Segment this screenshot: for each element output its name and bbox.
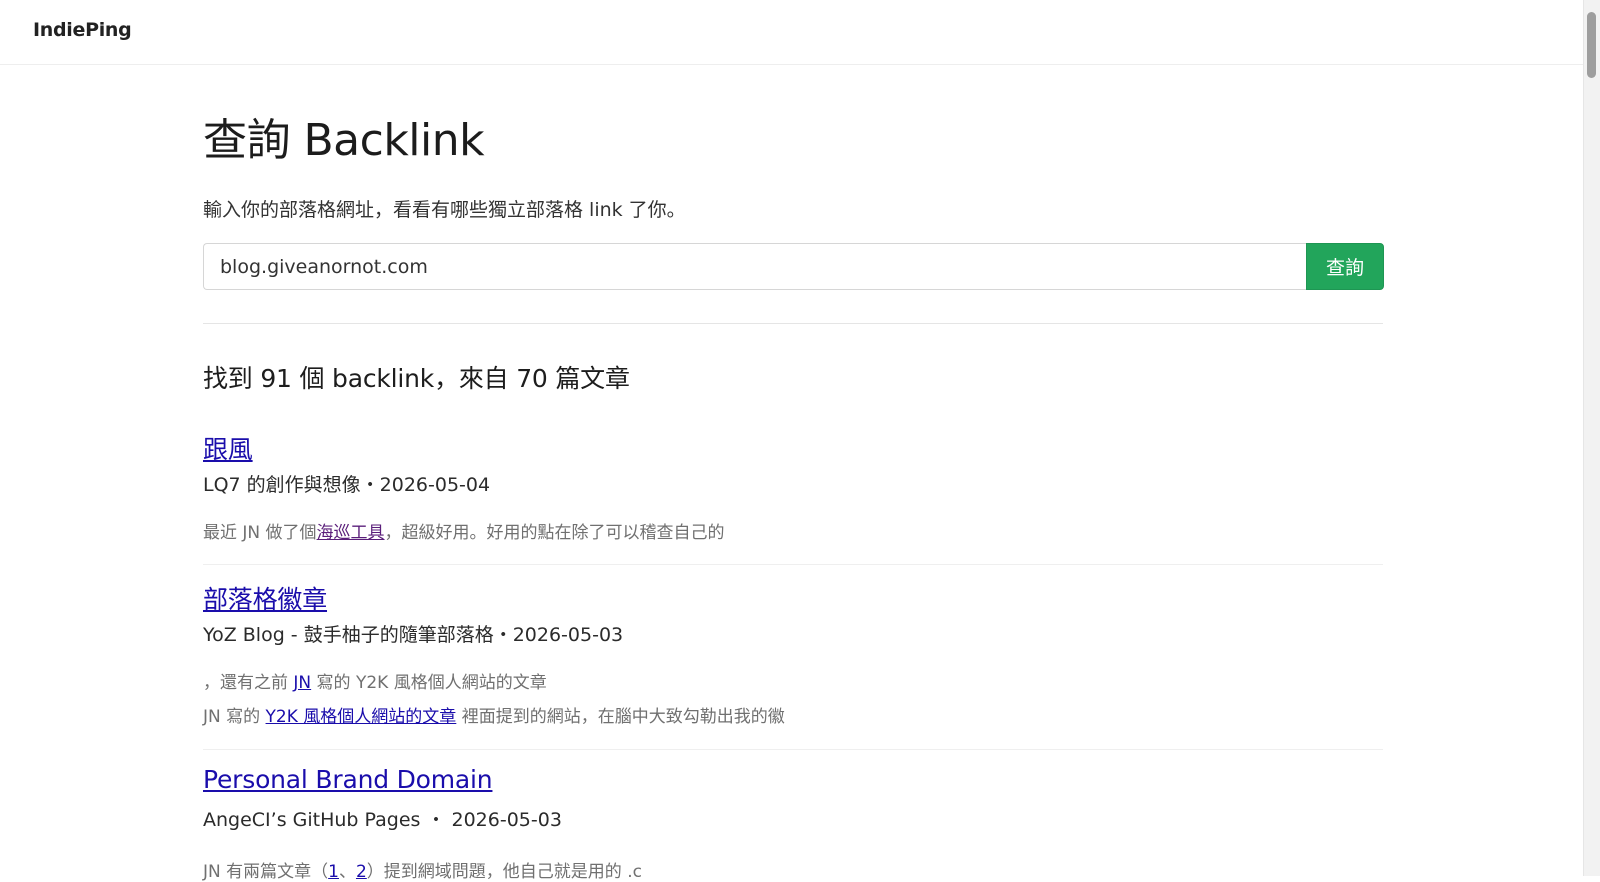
snippet-link[interactable]: Y2K 風格個人網站的文章 bbox=[266, 707, 457, 727]
snippet-link[interactable]: 1 bbox=[328, 862, 339, 882]
result-snippet: JN 寫的 Y2K 風格個人網站的文章 裡面提到的網站，在腦中大致勾勒出我的徽 bbox=[203, 702, 785, 727]
section-divider bbox=[203, 323, 1383, 324]
page-subtitle: 輸入你的部落格網址，看看有哪些獨立部落格 link 了你。 bbox=[203, 199, 686, 221]
scrollbar-thumb[interactable] bbox=[1587, 12, 1596, 78]
result-snippet: JN 有兩篇文章（1、2）提到網域問題，他自己就是用的 .c bbox=[203, 857, 642, 882]
results-summary: 找到 91 個 backlink，來自 70 篇文章 bbox=[203, 364, 630, 393]
result-divider bbox=[203, 564, 1383, 565]
search-button[interactable]: 查詢 bbox=[1306, 243, 1384, 290]
snippet-text: 最近 JN 做了個 bbox=[203, 523, 317, 543]
result-meta: AngeCI’s GitHub Pages ・ 2026-05-03 bbox=[203, 809, 562, 831]
url-search-input[interactable] bbox=[203, 243, 1307, 290]
result-snippet: 最近 JN 做了個海巡工具，超級好用。好用的點在除了可以稽查自己的 bbox=[203, 518, 725, 543]
result-meta: LQ7 的創作與想像・2026-05-04 bbox=[203, 474, 491, 496]
snippet-link[interactable]: JN bbox=[293, 673, 311, 693]
brand-logo[interactable]: IndiePing bbox=[33, 19, 132, 41]
result-title-link[interactable]: Personal Brand Domain bbox=[203, 765, 493, 794]
page-scrollbar[interactable] bbox=[1583, 0, 1600, 876]
result-meta: YoZ Blog - 鼓手柚子的隨筆部落格・2026-05-03 bbox=[203, 624, 624, 646]
page-title: 查詢 Backlink bbox=[203, 115, 485, 166]
snippet-text: ，超級好用。好用的點在除了可以稽查自己的 bbox=[384, 523, 725, 543]
result-snippet: ，還有之前 JN 寫的 Y2K 風格個人網站的文章 bbox=[203, 668, 547, 693]
snippet-text: 寫的 Y2K 風格個人網站的文章 bbox=[311, 673, 547, 693]
snippet-link[interactable]: 2 bbox=[356, 862, 367, 882]
result-title-link[interactable]: 跟風 bbox=[203, 430, 253, 466]
snippet-text: ）提到網域問題，他自己就是用的 .c bbox=[366, 862, 642, 882]
snippet-text: JN 寫的 bbox=[203, 707, 266, 727]
snippet-text: 裡面提到的網站，在腦中大致勾勒出我的徽 bbox=[456, 707, 785, 727]
snippet-text: 、 bbox=[338, 862, 356, 882]
result-divider bbox=[203, 749, 1383, 750]
snippet-text: JN 有兩篇文章（ bbox=[203, 862, 329, 882]
search-form: 查詢 bbox=[203, 243, 1384, 290]
snippet-link[interactable]: 海巡工具 bbox=[317, 523, 385, 543]
snippet-text: ，還有之前 bbox=[203, 673, 294, 693]
top-navbar: IndiePing bbox=[0, 0, 1584, 65]
result-title-link[interactable]: 部落格徽章 bbox=[203, 580, 327, 616]
